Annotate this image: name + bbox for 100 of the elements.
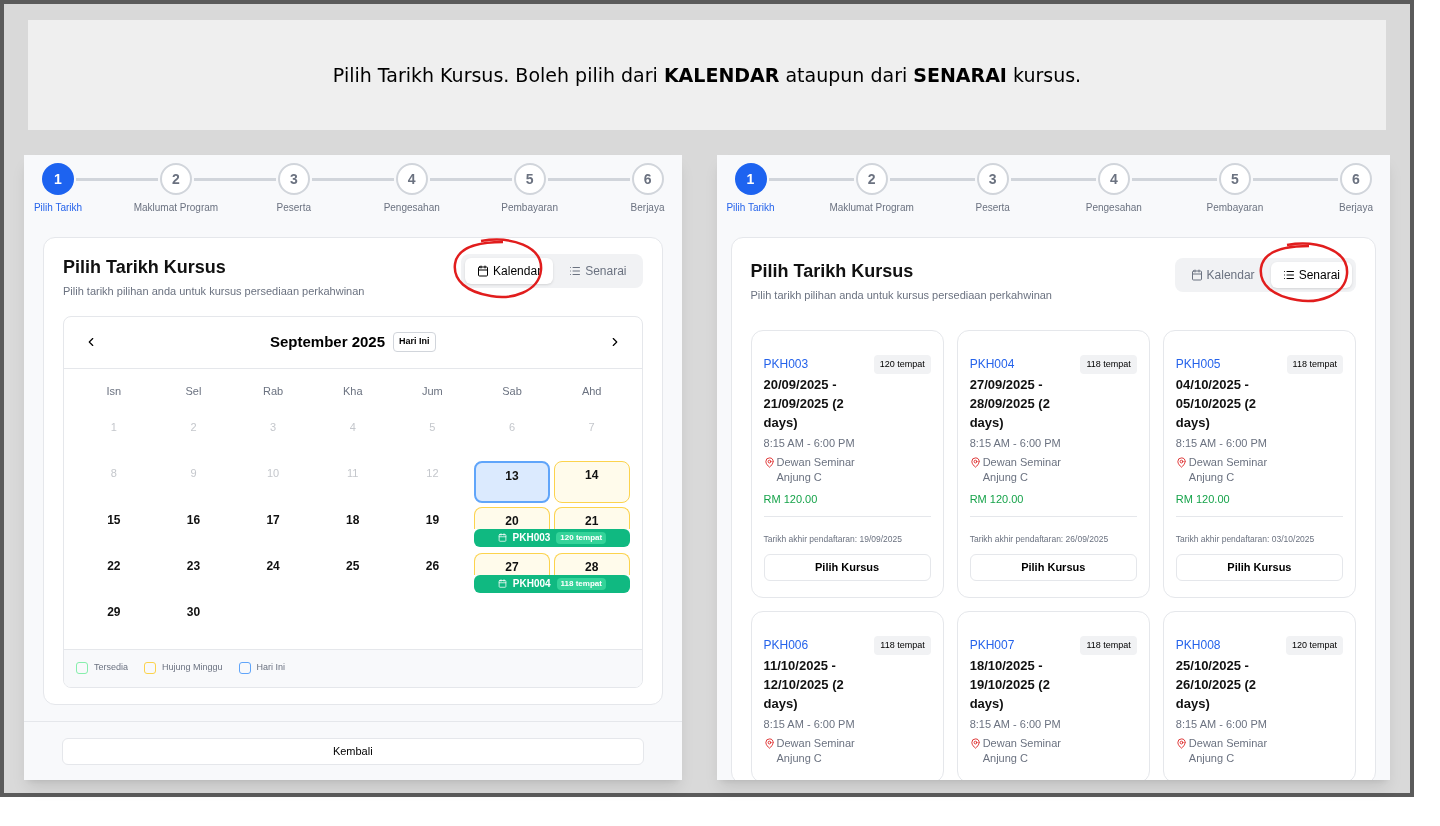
card-title: Pilih Tarikh Kursus [750,260,915,283]
course-dates: 04/10/2025 - 05/10/2025 (2 days) [1175,375,1258,432]
weekday-label: Jum [421,384,444,400]
day-cell[interactable]: 14 [553,460,630,503]
course-code: PKH007 [969,636,1016,654]
step-label: Berjaya [1339,201,1373,215]
day-cell[interactable]: 21 [553,506,630,529]
seats-count: 118 tempat [1080,354,1137,374]
calendar-icon [1190,269,1203,281]
legend-label: Hujung Minggu [162,661,223,675]
pin-icon [969,738,981,749]
day-cell[interactable]: 19 [394,506,471,529]
select-course-button[interactable]: Pilih Kursus [763,553,931,581]
day-cell[interactable]: 13 [474,460,550,503]
list-icon [1282,269,1295,281]
pin-icon [763,457,775,468]
step-label: Pembayaran [1206,201,1264,215]
calendar-icon [497,579,507,588]
day-cell[interactable]: 27 [474,552,550,575]
today-button[interactable]: Hari Ini [393,332,436,352]
day-cell[interactable]: 23 [155,552,232,575]
step-label: Pilih Tarikh [726,201,775,215]
course-location: Dewan Seminar Anjung C [776,736,856,766]
step-label: Berjaya [630,201,665,215]
weekday-label: Rab [262,384,285,400]
event-code: PKH004 [512,577,551,591]
pin-icon [969,457,981,468]
day-cell[interactable]: 18 [314,506,391,529]
day-cell[interactable]: 20 [474,506,550,529]
step-label: Maklumat Program [133,201,219,215]
legend-label: Tersedia [94,661,129,675]
calendar-icon [477,265,490,277]
day-cell[interactable]: 24 [235,552,311,575]
card-title: Pilih Tarikh Kursus [63,256,227,279]
day-cell[interactable]: 26 [394,552,471,575]
course-code: PKH003 [763,355,810,373]
step-label: Peserta [975,201,1010,215]
day-cell[interactable]: 17 [235,506,311,529]
step-label: Pembayaran [501,201,558,215]
weekday-label: Isn [105,384,123,400]
month-title: September 2025 [269,331,386,352]
course-dates: 11/10/2025 - 12/10/2025 (2 days) [763,656,845,713]
view-tab[interactable]: Kalendar [465,258,554,284]
event-code: PKH003 [512,531,551,545]
course-price: RM 120.00 [969,492,1025,507]
course-location: Dewan Seminar Anjung C [776,455,856,485]
step-label: Pengesahan [1085,201,1142,215]
course-location: Dewan Seminar Anjung C [982,455,1062,485]
course-code: PKH008 [1175,636,1222,654]
select-course-button[interactable]: Pilih Kursus [969,553,1137,581]
card-subtitle: Pilih tarikh pilihan anda untuk kursus persediaan perkahwinan [63,284,365,299]
step-label: Peserta [276,201,312,215]
day-cell[interactable]: 29 [76,598,152,641]
view-tab[interactable]: Senarai [557,258,639,284]
registration-deadline: Tarikh akhir pendaftaran: 19/09/2025 [763,533,902,544]
select-course-button[interactable]: Pilih Kursus [1175,553,1343,581]
pin-icon [1175,457,1187,468]
course-code: PKH006 [763,636,810,654]
day-cell[interactable]: 15 [76,506,152,529]
course-location: Dewan Seminar Anjung C [1188,455,1269,485]
view-tab[interactable]: Senarai [1270,262,1352,288]
seats-count: 120 tempat [1285,635,1343,655]
course-time: 8:15 AM - 6:00 PM [1175,716,1268,732]
day-cell[interactable]: 22 [76,552,152,575]
course-time: 8:15 AM - 6:00 PM [969,716,1062,732]
day-cell[interactable]: 28 [553,552,630,575]
course-price: RM 120.00 [1175,492,1231,507]
event-seats: 120 tempat [556,531,607,544]
step-label: Maklumat Program [829,201,914,215]
back-button[interactable]: Kembali [62,737,644,765]
registration-deadline: Tarikh akhir pendaftaran: 03/10/2025 [1175,533,1315,544]
seats-count: 118 tempat [1080,635,1137,655]
day-cell[interactable]: 16 [155,506,232,529]
course-dates: 20/09/2025 - 21/09/2025 (2 days) [763,375,845,432]
day-cell[interactable]: 30 [155,598,232,641]
step-label: Pilih Tarikh [33,201,83,215]
course-time: 8:15 AM - 6:00 PM [1175,435,1268,451]
seats-count: 120 tempat [873,354,931,374]
pin-icon [1175,738,1187,749]
card-subtitle: Pilih tarikh pilihan anda untuk kursus persediaan perkahwinan [750,288,1052,303]
step-label: Pengesahan [383,201,440,215]
course-dates: 25/10/2025 - 26/10/2025 (2 days) [1175,656,1258,713]
weekday-label: Kha [341,384,364,400]
course-location: Dewan Seminar Anjung C [982,736,1062,766]
course-time: 8:15 AM - 6:00 PM [763,716,856,732]
course-code: PKH004 [969,355,1016,373]
registration-deadline: Tarikh akhir pendaftaran: 26/09/2025 [969,533,1109,544]
event-seats: 118 tempat [556,577,606,590]
course-dates: 18/10/2025 - 19/10/2025 (2 days) [969,656,1051,713]
weekday-label: Ahd [580,384,603,400]
course-price: RM 120.00 [763,492,819,507]
legend-label: Hari Ini [256,661,286,675]
view-tab[interactable]: Kalendar [1178,262,1267,288]
course-dates: 27/09/2025 - 28/09/2025 (2 days) [969,375,1051,432]
day-cell[interactable]: 25 [314,552,391,575]
course-time: 8:15 AM - 6:00 PM [763,435,856,451]
course-code: PKH005 [1175,355,1222,373]
seats-count: 118 tempat [1286,354,1343,374]
weekday-label: Sel [184,384,203,400]
pin-icon [763,738,775,749]
